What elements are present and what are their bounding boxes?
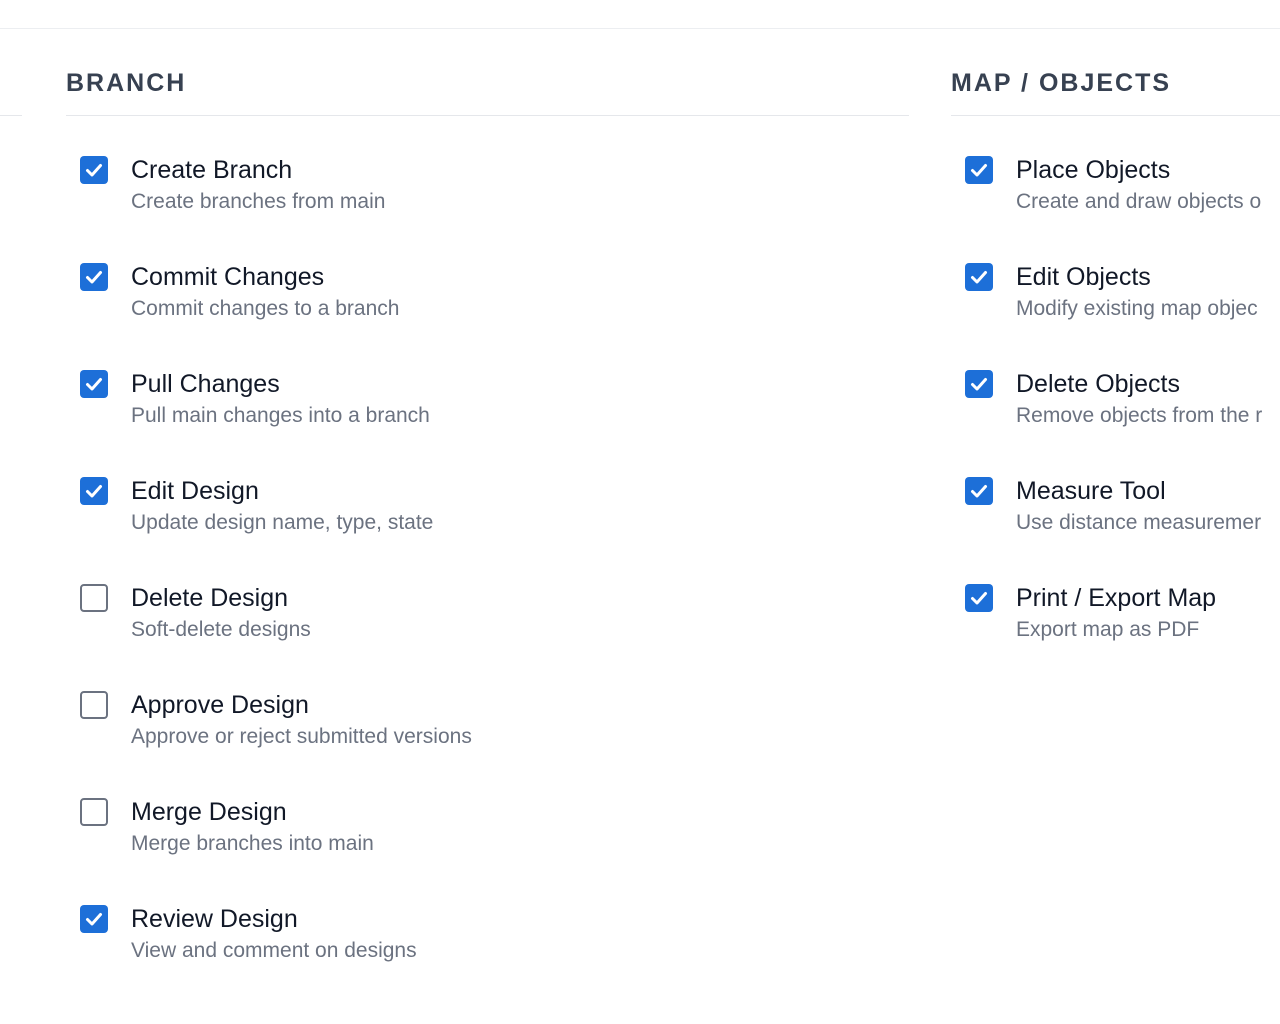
permission-label: Review Design	[131, 905, 298, 933]
checkbox-unchecked[interactable]	[80, 691, 108, 719]
checkbox-unchecked[interactable]	[80, 798, 108, 826]
permission-description: Export map as PDF	[1016, 618, 1200, 641]
checkbox-unchecked[interactable]	[80, 584, 108, 612]
permission-description: Remove objects from the r	[1016, 404, 1263, 427]
checkmark-icon	[971, 164, 987, 177]
checkmark-icon	[86, 913, 102, 926]
permission-item-approve-design[interactable]: Approve Design Approve or reject submitte…	[80, 685, 980, 792]
permission-label: Approve Design	[131, 691, 309, 719]
permission-label: Pull Changes	[131, 370, 280, 398]
permission-description: Commit changes to a branch	[131, 297, 400, 320]
permission-item-review-design[interactable]: Review Design View and comment on designs	[80, 899, 980, 1006]
permission-item-place-objects[interactable]: Place Objects Create and draw objects o	[965, 150, 1280, 257]
permission-label: Print / Export Map	[1016, 584, 1217, 612]
checkbox-checked[interactable]	[80, 370, 108, 398]
permission-description: View and comment on designs	[131, 939, 417, 962]
checkbox-checked[interactable]	[80, 477, 108, 505]
permission-item-measure-tool[interactable]: Measure Tool Use distance measuremer	[965, 471, 1280, 578]
section-title-map-objects: MAP / OBJECTS	[951, 69, 1172, 97]
permission-item-edit-objects[interactable]: Edit Objects Modify existing map objec	[965, 257, 1280, 364]
checkmark-icon	[971, 271, 987, 284]
permission-item-commit-changes[interactable]: Commit Changes Commit changes to a branch	[80, 257, 980, 364]
checkbox-checked[interactable]	[965, 263, 993, 291]
permission-description: Create and draw objects o	[1016, 190, 1262, 213]
permission-label: Create Branch	[131, 156, 293, 184]
checkmark-icon	[86, 485, 102, 498]
section-divider	[951, 115, 1280, 116]
permission-item-print-export-map[interactable]: Print / Export Map Export map as PDF	[965, 578, 1280, 685]
permission-description: Create branches from main	[131, 190, 386, 213]
permission-item-delete-objects[interactable]: Delete Objects Remove objects from the r	[965, 364, 1280, 471]
checkbox-checked[interactable]	[965, 584, 993, 612]
section-divider	[66, 115, 909, 116]
permission-label: Commit Changes	[131, 263, 325, 291]
checkmark-icon	[86, 271, 102, 284]
permission-list-branch: Create Branch Create branches from main Co…	[80, 150, 980, 1006]
permission-description: Approve or reject submitted versions	[131, 725, 472, 748]
permission-item-edit-design[interactable]: Edit Design Update design name, type, sta…	[80, 471, 980, 578]
permission-item-create-branch[interactable]: Create Branch Create branches from main	[80, 150, 980, 257]
permission-label: Edit Design	[131, 477, 259, 505]
permission-label: Edit Objects	[1016, 263, 1151, 291]
section-title-branch: BRANCH	[66, 69, 187, 97]
permission-description: Pull main changes into a branch	[131, 404, 430, 427]
checkbox-checked[interactable]	[965, 156, 993, 184]
permission-item-merge-design[interactable]: Merge Design Merge branches into main	[80, 792, 980, 899]
checkmark-icon	[971, 485, 987, 498]
checkbox-checked[interactable]	[965, 477, 993, 505]
permission-description: Modify existing map objec	[1016, 297, 1258, 320]
permission-list-map-objects: Place Objects Create and draw objects o Ed…	[965, 150, 1280, 685]
permission-description: Merge branches into main	[131, 832, 374, 855]
permission-label: Merge Design	[131, 798, 287, 826]
permission-description: Soft-delete designs	[131, 618, 311, 641]
checkmark-icon	[86, 378, 102, 391]
checkbox-checked[interactable]	[965, 370, 993, 398]
permission-item-delete-design[interactable]: Delete Design Soft-delete designs	[80, 578, 980, 685]
checkmark-icon	[971, 378, 987, 391]
checkbox-checked[interactable]	[80, 156, 108, 184]
permission-description: Update design name, type, state	[131, 511, 434, 534]
permission-label: Delete Objects	[1016, 370, 1180, 398]
top-divider	[0, 28, 1280, 29]
checkmark-icon	[971, 592, 987, 605]
permission-label: Delete Design	[131, 584, 289, 612]
permission-label: Place Objects	[1016, 156, 1171, 184]
left-divider-stub	[0, 115, 22, 116]
checkmark-icon	[86, 164, 102, 177]
permission-item-pull-changes[interactable]: Pull Changes Pull main changes into a bra…	[80, 364, 980, 471]
permission-label: Measure Tool	[1016, 477, 1166, 505]
permission-description: Use distance measuremer	[1016, 511, 1262, 534]
permissions-page: BRANCH Create Branch Create branches from…	[0, 0, 1280, 1024]
checkbox-checked[interactable]	[80, 905, 108, 933]
checkbox-checked[interactable]	[80, 263, 108, 291]
